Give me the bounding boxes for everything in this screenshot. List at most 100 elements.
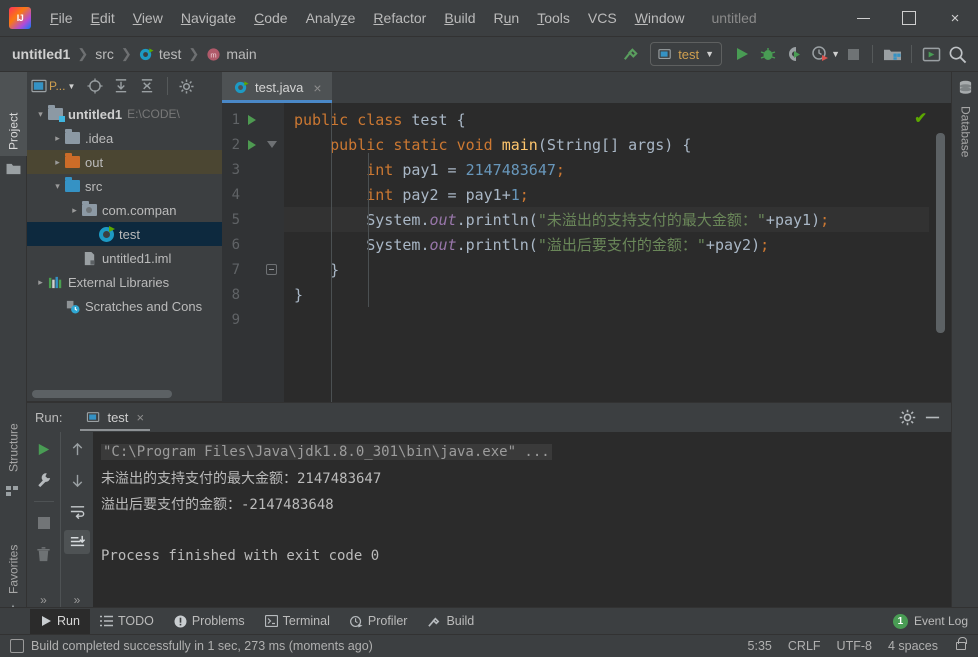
inspection-status-icon[interactable]: ✔ [914, 109, 927, 127]
gutter-run-icon[interactable] [248, 139, 256, 150]
gutter-line[interactable]: 1 [222, 107, 284, 132]
tree-node-scratches-and-cons[interactable]: Scratches and Cons [27, 294, 222, 318]
profile-button[interactable] [807, 41, 833, 67]
run-button[interactable] [729, 41, 755, 67]
expand-all-icon[interactable] [109, 78, 133, 94]
caret-position[interactable]: 5:35 [748, 639, 772, 653]
wrench-icon[interactable] [31, 468, 57, 492]
tree-node-untitled1[interactable]: ▾ untitled1 E:\CODE\ [27, 102, 222, 126]
close-icon[interactable]: × [313, 80, 321, 96]
line-separator[interactable]: CRLF [788, 639, 821, 653]
project-view-icon[interactable] [31, 79, 47, 93]
sidebar-tab-database[interactable]: Database [952, 100, 978, 180]
console-output[interactable]: "C:\Program Files\Java\jdk1.8.0_301\bin\… [93, 432, 951, 615]
tree-node-com-compan[interactable]: ▸ com.compan [27, 198, 222, 222]
debug-button[interactable] [755, 41, 781, 67]
stop-button[interactable] [840, 41, 866, 67]
gutter-line[interactable]: 6 [222, 232, 284, 257]
stop-button[interactable] [31, 511, 57, 535]
editor-marker-bar[interactable] [929, 103, 951, 402]
menu-item-refactor[interactable]: Refactor [364, 6, 435, 30]
build-icon[interactable] [617, 41, 643, 67]
tree-node--idea[interactable]: ▸ .idea [27, 126, 222, 150]
chevron-right-icon[interactable]: ▸ [33, 277, 48, 288]
gear-icon[interactable] [176, 78, 196, 94]
gutter-line[interactable]: 3 [222, 157, 284, 182]
tree-node-untitled1-iml[interactable]: untitled1.iml [27, 246, 222, 270]
tree-node-src[interactable]: ▾ src [27, 174, 222, 198]
tree-node-test[interactable]: test [27, 222, 222, 246]
up-icon[interactable] [64, 437, 90, 461]
file-encoding[interactable]: UTF-8 [837, 639, 872, 653]
run-configuration-selector[interactable]: test ▼ [650, 42, 723, 66]
tree-node-external-libraries[interactable]: ▸ External Libraries [27, 270, 222, 294]
run-tab-test[interactable]: test × [80, 404, 150, 431]
menu-item-analyze[interactable]: Analyze [297, 6, 365, 30]
gutter-line[interactable]: 4 [222, 182, 284, 207]
select-opened-file-icon[interactable] [83, 78, 107, 94]
expand-actions-icon[interactable]: » [40, 593, 47, 607]
breadcrumb-project[interactable]: untitled1 [12, 46, 70, 62]
trash-icon[interactable] [31, 542, 57, 566]
chevron-down-icon[interactable]: ▼ [67, 82, 75, 91]
status-bar-toggle-icon[interactable] [10, 639, 24, 653]
close-icon[interactable]: × [136, 410, 144, 425]
menu-item-navigate[interactable]: Navigate [172, 6, 245, 30]
code-line[interactable]: public class test { [284, 107, 951, 132]
menu-item-build[interactable]: Build [435, 6, 484, 30]
menu-item-view[interactable]: View [124, 6, 172, 30]
run-with-coverage-button[interactable] [781, 41, 807, 67]
bottom-tab-profiler[interactable]: Profiler [340, 609, 418, 634]
breadcrumb-class[interactable]: test [159, 46, 182, 62]
breadcrumb-method[interactable]: main [226, 46, 256, 62]
unlocked-icon[interactable] [956, 637, 967, 650]
window-minimize-button[interactable] [840, 0, 886, 36]
menu-item-run[interactable]: Run [485, 6, 529, 30]
chevron-right-icon[interactable]: ▸ [50, 157, 65, 168]
window-close-button[interactable]: × [932, 0, 978, 36]
breadcrumb-src[interactable]: src [95, 46, 114, 62]
menu-item-code[interactable]: Code [245, 6, 296, 30]
code-line[interactable]: int pay1 = 2147483647; [284, 157, 951, 182]
chevron-down-icon[interactable]: ▾ [33, 109, 48, 120]
profile-dropdown-icon[interactable]: ▼ [831, 49, 840, 59]
gear-icon[interactable] [899, 409, 916, 426]
project-tree-horizontal-scrollbar[interactable] [32, 390, 172, 398]
sidebar-tab-favorites[interactable]: Favorites [0, 512, 27, 600]
code-fold-icon[interactable] [266, 264, 277, 275]
editor-vertical-scrollbar[interactable] [936, 133, 945, 333]
menu-item-edit[interactable]: Edit [82, 6, 124, 30]
project-tree[interactable]: ▾ untitled1 E:\CODE\ ▸ .idea ▸ out ▾ src ▸ com.com… [27, 100, 222, 402]
gutter-line[interactable]: 7 [222, 257, 284, 282]
bottom-tab-build[interactable]: Build [417, 609, 484, 634]
code-fold-icon[interactable] [266, 139, 277, 150]
bottom-tab-terminal[interactable]: Terminal [255, 609, 340, 634]
code-line[interactable]: System. out .println("溢出后要支付的金额：" +pay2); [284, 232, 951, 257]
scroll-to-end-icon[interactable] [64, 530, 90, 554]
hide-window-icon[interactable] [924, 409, 941, 426]
indent-setting[interactable]: 4 spaces [888, 639, 938, 653]
tree-node-out[interactable]: ▸ out [27, 150, 222, 174]
menu-item-vcs[interactable]: VCS [579, 6, 626, 30]
code-line[interactable]: } [284, 282, 951, 307]
code-line[interactable]: public static void main (String[] args) { [284, 132, 951, 157]
event-log-area[interactable]: 1 Event Log [892, 613, 978, 629]
code-line[interactable]: } [284, 257, 951, 282]
event-log-label[interactable]: Event Log [914, 614, 968, 628]
sidebar-tab-structure[interactable]: Structure [0, 390, 27, 478]
menu-item-tools[interactable]: Tools [528, 6, 579, 30]
chevron-down-icon[interactable]: ▾ [50, 181, 65, 192]
collapse-all-icon[interactable] [135, 78, 159, 94]
code-line[interactable]: System. out .println("未溢出的支持支付的最大金额：" +pay1… [284, 207, 951, 232]
soft-wrap-icon[interactable] [64, 499, 90, 523]
menu-item-file[interactable]: File [41, 6, 82, 30]
gutter-line[interactable]: 9 [222, 307, 284, 332]
editor-tab-test-java[interactable]: test.java × [222, 72, 332, 103]
editor-gutter[interactable]: 1 2 3 4 5 6 7 8 9 [222, 103, 284, 402]
code-line[interactable]: int pay2 = pay1+ 1; [284, 182, 951, 207]
gutter-line[interactable]: 5 [222, 207, 284, 232]
window-maximize-button[interactable] [886, 0, 932, 36]
project-view-label[interactable]: P... [49, 79, 65, 93]
gutter-line[interactable]: 8 [222, 282, 284, 307]
bottom-tab-todo[interactable]: TODO [90, 609, 164, 634]
